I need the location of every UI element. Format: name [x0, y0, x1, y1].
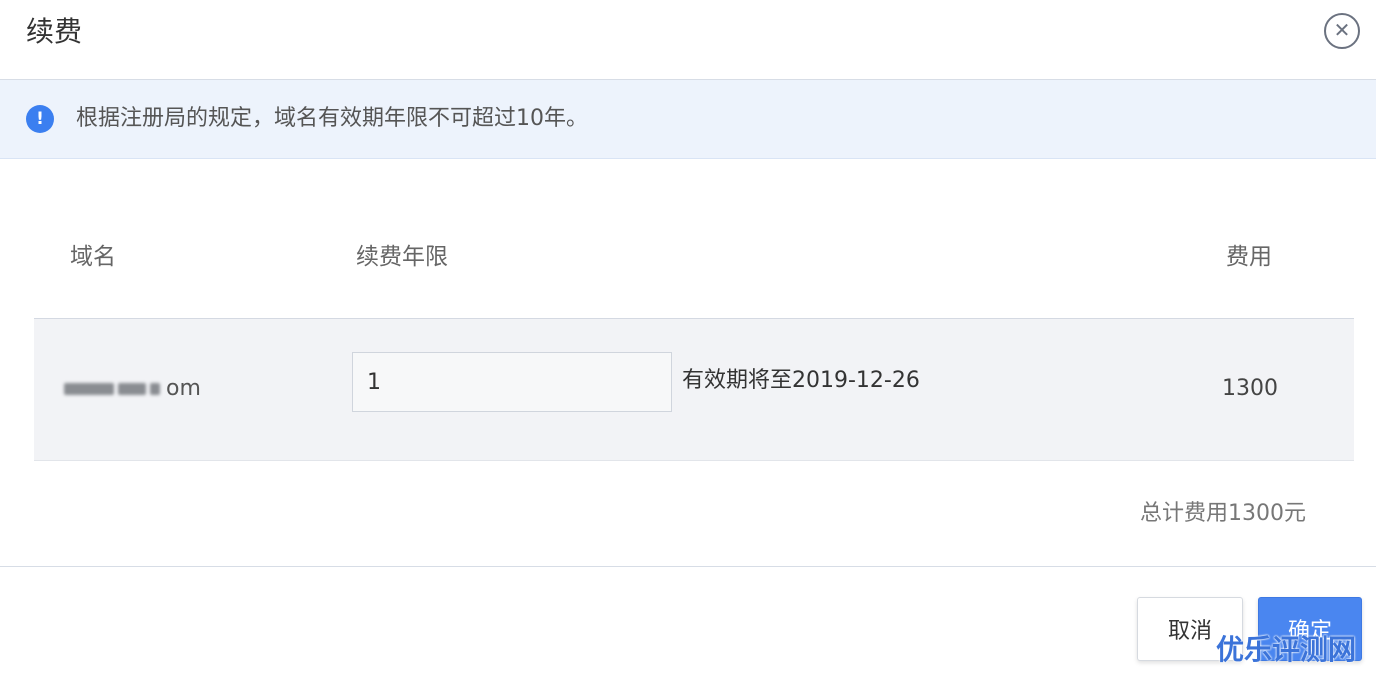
redacted-domain-part — [118, 383, 146, 395]
redacted-domain-part — [64, 383, 114, 395]
notice-banner: ! 根据注册局的规定，域名有效期年限不可超过10年。 — [0, 80, 1376, 159]
domain-name: om — [64, 372, 201, 406]
table-row: om 有效期将至2019-12-26 1300 — [34, 318, 1354, 461]
total-fee: 总计费用1300元 — [1140, 501, 1306, 526]
renew-years-input[interactable] — [352, 352, 672, 412]
notice-text: 根据注册局的规定，域名有效期年限不可超过10年。 — [76, 106, 588, 131]
dialog-title: 续费 — [26, 15, 83, 48]
column-header-domain: 域名 — [70, 244, 116, 270]
info-icon: ! — [26, 105, 54, 133]
fee-value: 1300 — [1222, 376, 1278, 401]
column-header-years: 续费年限 — [356, 244, 448, 270]
dialog-header: 续费 ✕ — [0, 0, 1376, 80]
renew-dialog: 续费 ✕ ! 根据注册局的规定，域名有效期年限不可超过10年。 域名 续费年限 … — [0, 0, 1376, 676]
close-icon[interactable]: ✕ — [1324, 13, 1360, 49]
domain-suffix: om — [166, 376, 201, 401]
expire-date-text: 有效期将至2019-12-26 — [682, 368, 920, 393]
watermark-text: 优乐评测网 — [1216, 633, 1357, 666]
footer-divider — [0, 566, 1376, 567]
redacted-domain-part — [150, 383, 160, 395]
column-header-fee: 费用 — [1226, 244, 1272, 270]
